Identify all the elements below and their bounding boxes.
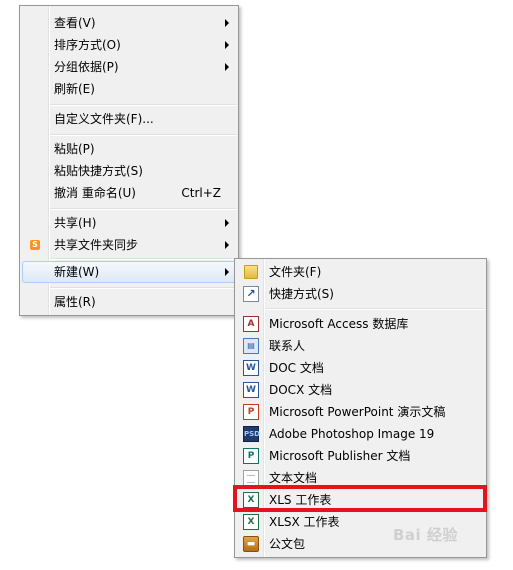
menu-item-label: 快捷方式(S) (269, 287, 334, 301)
new-publisher-item[interactable]: P Microsoft Publisher 文档 (237, 445, 484, 467)
submenu-arrow-icon (225, 219, 229, 227)
folder-icon (244, 265, 258, 279)
menu-item-new[interactable]: 新建(W) (22, 261, 236, 283)
menu-item-label: 自定义文件夹(F)... (54, 112, 154, 126)
menu-item-undo-rename[interactable]: 撤消 重命名(U) Ctrl+Z (22, 182, 236, 204)
menu-item-customize-folder[interactable]: 自定义文件夹(F)... (22, 108, 236, 130)
menu-item-refresh[interactable]: 刷新(E) (22, 78, 236, 100)
watermark: Bai 经验 (393, 526, 458, 544)
menu-item-label: 公文包 (269, 537, 306, 551)
menu-separator (50, 287, 236, 289)
menu-item-label: DOCX 文档 (269, 383, 333, 397)
new-shortcut-item[interactable]: ↗ 快捷方式(S) (237, 283, 484, 305)
word-icon: W (243, 360, 259, 376)
new-access-database-item[interactable]: A Microsoft Access 数据库 (237, 313, 484, 335)
text-document-icon (243, 470, 259, 486)
menu-separator (50, 208, 236, 210)
shortcut-icon: ↗ (243, 286, 259, 302)
menu-item-label: 共享文件夹同步 (54, 238, 139, 252)
menu-item-label: 新建(W) (54, 265, 100, 279)
menu-item-paste[interactable]: 粘贴(P) (22, 138, 236, 160)
new-docx-item[interactable]: W DOCX 文档 (237, 379, 484, 401)
menu-item-shortcut: Ctrl+Z (181, 186, 221, 200)
menu-item-label: 撤消 重命名(U) (54, 186, 136, 200)
menu-item-share[interactable]: 共享(H) (22, 212, 236, 234)
sync-icon: S (30, 240, 40, 250)
submenu-arrow-icon (225, 63, 229, 71)
submenu-arrow-icon (225, 19, 229, 27)
menu-item-group-by[interactable]: 分组依据(P) (22, 56, 236, 78)
submenu-arrow-icon (225, 268, 229, 276)
publisher-icon: P (243, 448, 259, 464)
access-icon: A (243, 316, 259, 332)
new-contact-item[interactable]: ▤ 联系人 (237, 335, 484, 357)
new-doc-item[interactable]: W DOC 文档 (237, 357, 484, 379)
menu-item-properties[interactable]: 属性(R) (22, 291, 236, 313)
contact-icon: ▤ (243, 338, 259, 354)
submenu-arrow-icon (225, 41, 229, 49)
menu-item-label: 粘贴快捷方式(S) (54, 164, 143, 178)
powerpoint-icon: P (243, 404, 259, 420)
menu-item-paste-shortcut[interactable]: 粘贴快捷方式(S) (22, 160, 236, 182)
photoshop-icon: PSD (243, 426, 260, 442)
menu-item-label: Microsoft PowerPoint 演示文稿 (269, 405, 446, 419)
menu-item-label: 联系人 (269, 339, 306, 353)
highlight-box (233, 485, 487, 512)
submenu-arrow-icon (225, 241, 229, 249)
menu-item-label: 共享(H) (54, 216, 97, 230)
menu-item-label: 属性(R) (54, 295, 96, 309)
context-menu: 查看(V) 排序方式(O) 分组依据(P) 刷新(E) 自定义文件夹(F)...… (19, 5, 239, 316)
briefcase-icon: ▬ (243, 536, 259, 552)
menu-item-label: 刷新(E) (54, 82, 95, 96)
menu-item-label: DOC 文档 (269, 361, 324, 375)
menu-item-label: Adobe Photoshop Image 19 (269, 427, 435, 441)
menu-item-label: XLSX 工作表 (269, 515, 340, 529)
new-submenu: 文件夹(F) ↗ 快捷方式(S) A Microsoft Access 数据库 … (234, 258, 487, 558)
menu-item-label: 排序方式(O) (54, 38, 121, 52)
excel-icon: X (243, 514, 259, 530)
new-powerpoint-item[interactable]: P Microsoft PowerPoint 演示文稿 (237, 401, 484, 423)
menu-item-label: Microsoft Access 数据库 (269, 317, 409, 331)
menu-item-label: 查看(V) (54, 16, 96, 30)
menu-item-label: Microsoft Publisher 文档 (269, 449, 411, 463)
new-folder-item[interactable]: 文件夹(F) (237, 261, 484, 283)
menu-item-sort-by[interactable]: 排序方式(O) (22, 34, 236, 56)
menu-separator (265, 308, 484, 310)
new-photoshop-item[interactable]: PSD Adobe Photoshop Image 19 (237, 423, 484, 445)
menu-separator (50, 104, 236, 106)
menu-separator (50, 134, 236, 136)
word-icon: W (243, 382, 259, 398)
menu-item-shared-folder-sync[interactable]: S 共享文件夹同步 (22, 234, 236, 256)
menu-separator (50, 258, 236, 260)
menu-item-label: 粘贴(P) (54, 142, 95, 156)
menu-item-view[interactable]: 查看(V) (22, 12, 236, 34)
menu-item-label: 文件夹(F) (269, 265, 322, 279)
menu-item-label: 分组依据(P) (54, 60, 119, 74)
